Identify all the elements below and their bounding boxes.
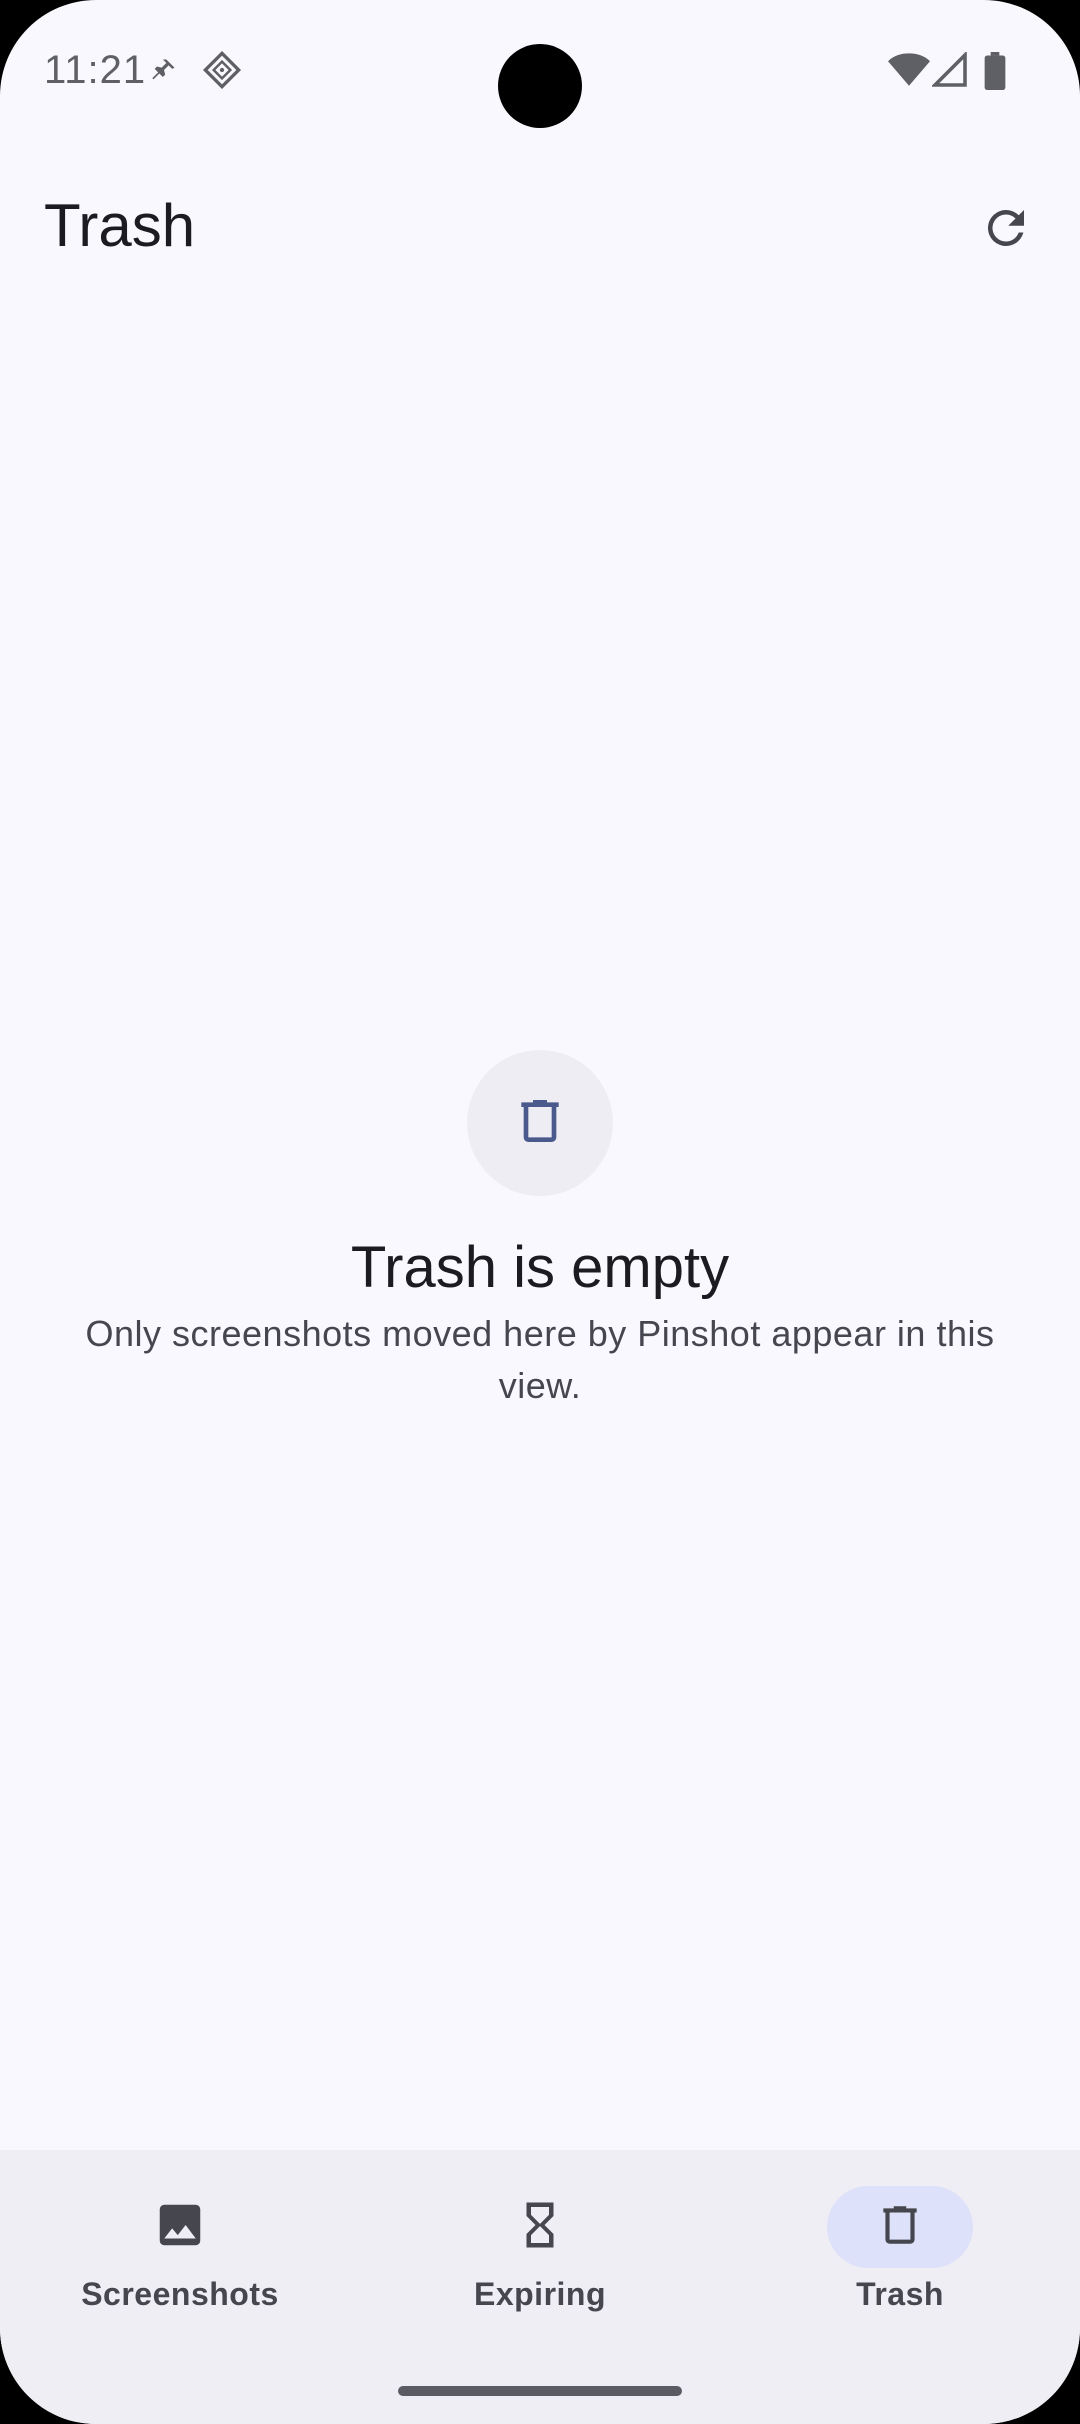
nav-item-trash[interactable]: Trash xyxy=(720,2150,1080,2370)
nav-indicator xyxy=(107,2186,253,2268)
nav-label-trash: Trash xyxy=(856,2276,944,2312)
front-camera xyxy=(498,44,582,128)
trash-icon xyxy=(512,1093,568,1154)
battery-icon xyxy=(984,52,1006,95)
empty-state-title: Trash is empty xyxy=(350,1235,730,1300)
screen: 11:21 Trash Trash is empty Only screensh… xyxy=(0,0,1080,2424)
status-time: 11:21 xyxy=(44,48,147,92)
empty-state-subtitle: Only screenshots moved here by Pinshot a… xyxy=(85,1313,995,1406)
nav-label-expiring: Expiring xyxy=(473,2276,606,2312)
trash-icon xyxy=(875,2200,925,2255)
empty-state-icon-container xyxy=(467,1050,613,1196)
nav-item-expiring[interactable]: Expiring xyxy=(360,2150,720,2370)
pin-icon xyxy=(150,56,178,89)
refresh-icon xyxy=(979,201,1033,260)
signal-icon xyxy=(930,50,968,93)
status-bar: 11:21 xyxy=(0,0,1080,140)
refresh-button[interactable] xyxy=(966,190,1046,270)
wifi-icon xyxy=(888,52,930,93)
nav-indicator xyxy=(467,2186,613,2268)
nav-active-indicator xyxy=(827,2186,973,2268)
nav-label-screenshots: Screenshots xyxy=(81,2276,279,2312)
image-icon xyxy=(153,2198,207,2257)
app-notification-icon xyxy=(202,50,242,95)
hourglass-icon xyxy=(513,2198,567,2257)
nav-item-screenshots[interactable]: Screenshots xyxy=(0,2150,360,2370)
bottom-navigation: Screenshots Expiring Trash xyxy=(0,2150,1080,2424)
home-indicator[interactable] xyxy=(398,2386,682,2396)
page-title: Trash xyxy=(44,192,196,259)
